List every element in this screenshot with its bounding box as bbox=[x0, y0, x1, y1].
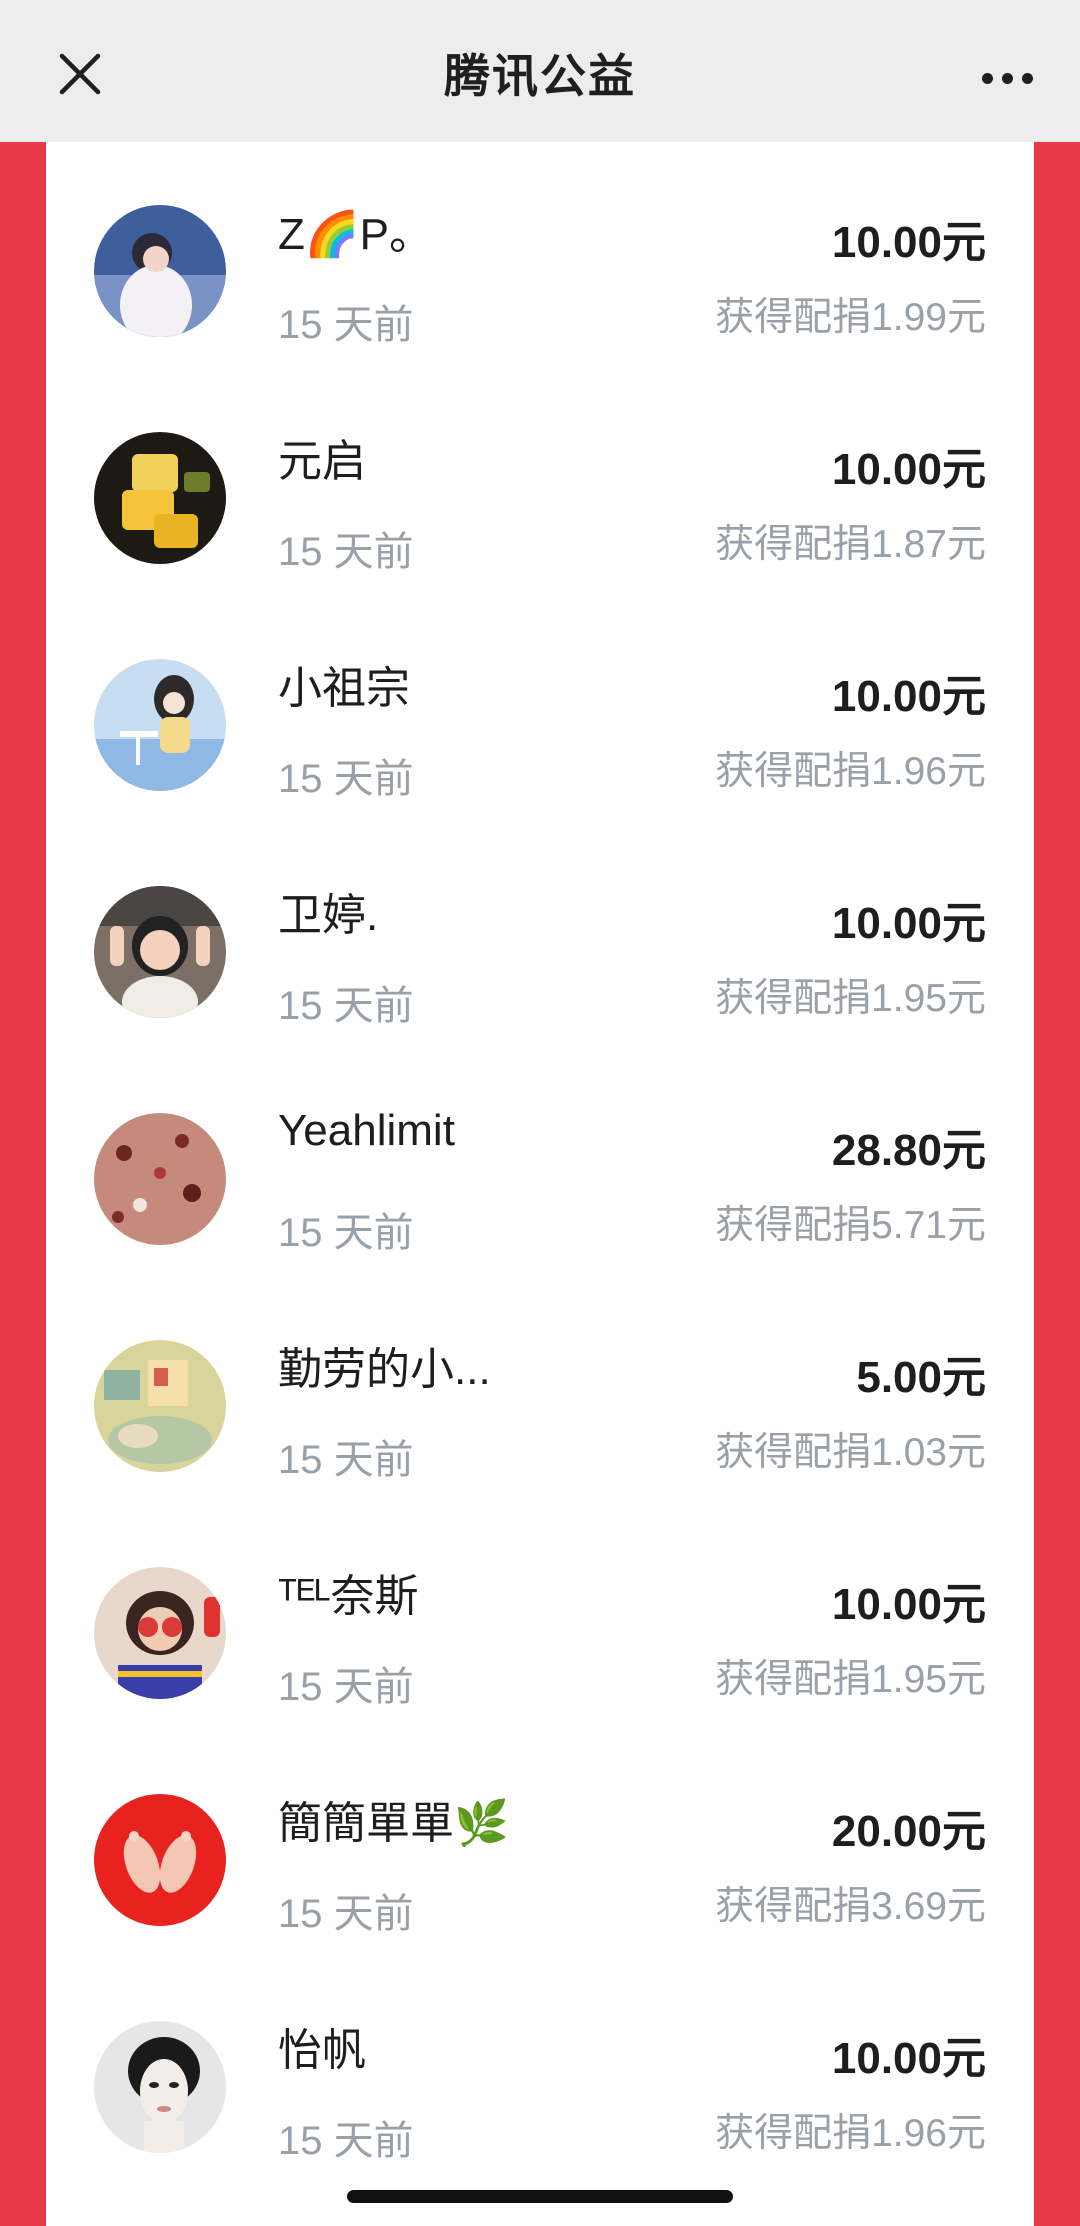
donation-time: 15 天前 bbox=[278, 1665, 414, 1709]
donation-row[interactable]: 簡簡單單🌿 15 天前 20.00元 获得配捐3.69元 bbox=[46, 1731, 1034, 1958]
donation-amount: 10.00元 bbox=[831, 218, 986, 267]
more-icon-dot bbox=[1001, 72, 1013, 84]
donor-name: Yeahlimit bbox=[278, 1106, 455, 1155]
avatar bbox=[94, 2021, 226, 2153]
top-nav-bar: 腾讯公益 bbox=[0, 0, 1080, 142]
donation-time: 15 天前 bbox=[278, 757, 414, 801]
matched-amount: 获得配捐1.96元 bbox=[715, 2112, 986, 2155]
donation-time: 15 天前 bbox=[278, 1438, 414, 1482]
avatar bbox=[94, 659, 226, 791]
donation-row[interactable]: Yeahlimit 15 天前 28.80元 获得配捐5.71元 bbox=[46, 1050, 1034, 1277]
donation-amount: 10.00元 bbox=[831, 445, 986, 494]
avatar bbox=[94, 886, 226, 1018]
page-title: 腾讯公益 bbox=[444, 50, 636, 102]
donation-time: 15 天前 bbox=[278, 984, 414, 1028]
matched-amount: 获得配捐1.96元 bbox=[715, 750, 986, 793]
avatar bbox=[94, 1340, 226, 1472]
donation-time: 15 天前 bbox=[278, 303, 414, 347]
donor-name: 怡帆 bbox=[278, 2026, 366, 2075]
matched-amount: 获得配捐1.95元 bbox=[715, 1658, 986, 1701]
donor-name: 元启 bbox=[278, 437, 366, 486]
matched-amount: 获得配捐1.03元 bbox=[715, 1431, 986, 1474]
matched-amount: 获得配捐1.99元 bbox=[715, 296, 986, 339]
donation-amount: 5.00元 bbox=[856, 1353, 986, 1402]
donor-name: Z🌈P。 bbox=[278, 210, 434, 259]
more-icon-dot bbox=[1021, 72, 1033, 84]
donation-amount: 10.00元 bbox=[831, 899, 986, 948]
donation-row[interactable]: 卫婷. 15 天前 10.00元 获得配捐1.95元 bbox=[46, 823, 1034, 1050]
donation-row[interactable]: 元启 15 天前 10.00元 获得配捐1.87元 bbox=[46, 369, 1034, 596]
donation-time: 15 天前 bbox=[278, 2119, 414, 2163]
donor-name: ᵀᴱᴸ奈斯 bbox=[278, 1572, 419, 1621]
more-icon bbox=[981, 72, 993, 84]
matched-amount: 获得配捐5.71元 bbox=[715, 1204, 986, 1247]
donation-amount: 10.00元 bbox=[831, 672, 986, 721]
donation-time: 15 天前 bbox=[278, 1892, 414, 1936]
donor-name: 卫婷. bbox=[278, 891, 379, 940]
home-indicator[interactable] bbox=[347, 2190, 733, 2203]
avatar bbox=[94, 205, 226, 337]
donation-time: 15 天前 bbox=[278, 530, 414, 574]
donation-amount: 28.80元 bbox=[831, 1126, 986, 1175]
more-button[interactable] bbox=[962, 38, 1052, 118]
donation-row[interactable]: Z🌈P。 15 天前 10.00元 获得配捐1.99元 bbox=[46, 142, 1034, 369]
donation-list[interactable]: Z🌈P。 15 天前 10.00元 获得配捐1.99元 元启 15 天前 10.… bbox=[46, 142, 1034, 2226]
donor-name: 勤劳的小... bbox=[278, 1345, 491, 1394]
donation-amount: 10.00元 bbox=[831, 2034, 986, 2083]
donation-row[interactable]: 小祖宗 15 天前 10.00元 获得配捐1.96元 bbox=[46, 596, 1034, 823]
matched-amount: 获得配捐1.87元 bbox=[715, 523, 986, 566]
matched-amount: 获得配捐3.69元 bbox=[715, 1885, 986, 1928]
donation-amount: 20.00元 bbox=[831, 1807, 986, 1856]
donor-name: 簡簡單單🌿 bbox=[278, 1799, 509, 1848]
donor-name: 小祖宗 bbox=[278, 664, 410, 713]
donation-row[interactable]: 勤劳的小... 15 天前 5.00元 获得配捐1.03元 bbox=[46, 1277, 1034, 1504]
donation-time: 15 天前 bbox=[278, 1211, 414, 1255]
matched-amount: 获得配捐1.95元 bbox=[715, 977, 986, 1020]
avatar bbox=[94, 1113, 226, 1245]
donation-row[interactable]: 怡帆 15 天前 10.00元 获得配捐1.96元 bbox=[46, 1958, 1034, 2185]
avatar bbox=[94, 1567, 226, 1699]
avatar bbox=[94, 432, 226, 564]
donation-row[interactable]: ᵀᴱᴸ奈斯 15 天前 10.00元 获得配捐1.95元 bbox=[46, 1504, 1034, 1731]
donation-amount: 10.00元 bbox=[831, 1580, 986, 1629]
avatar bbox=[94, 1794, 226, 1926]
